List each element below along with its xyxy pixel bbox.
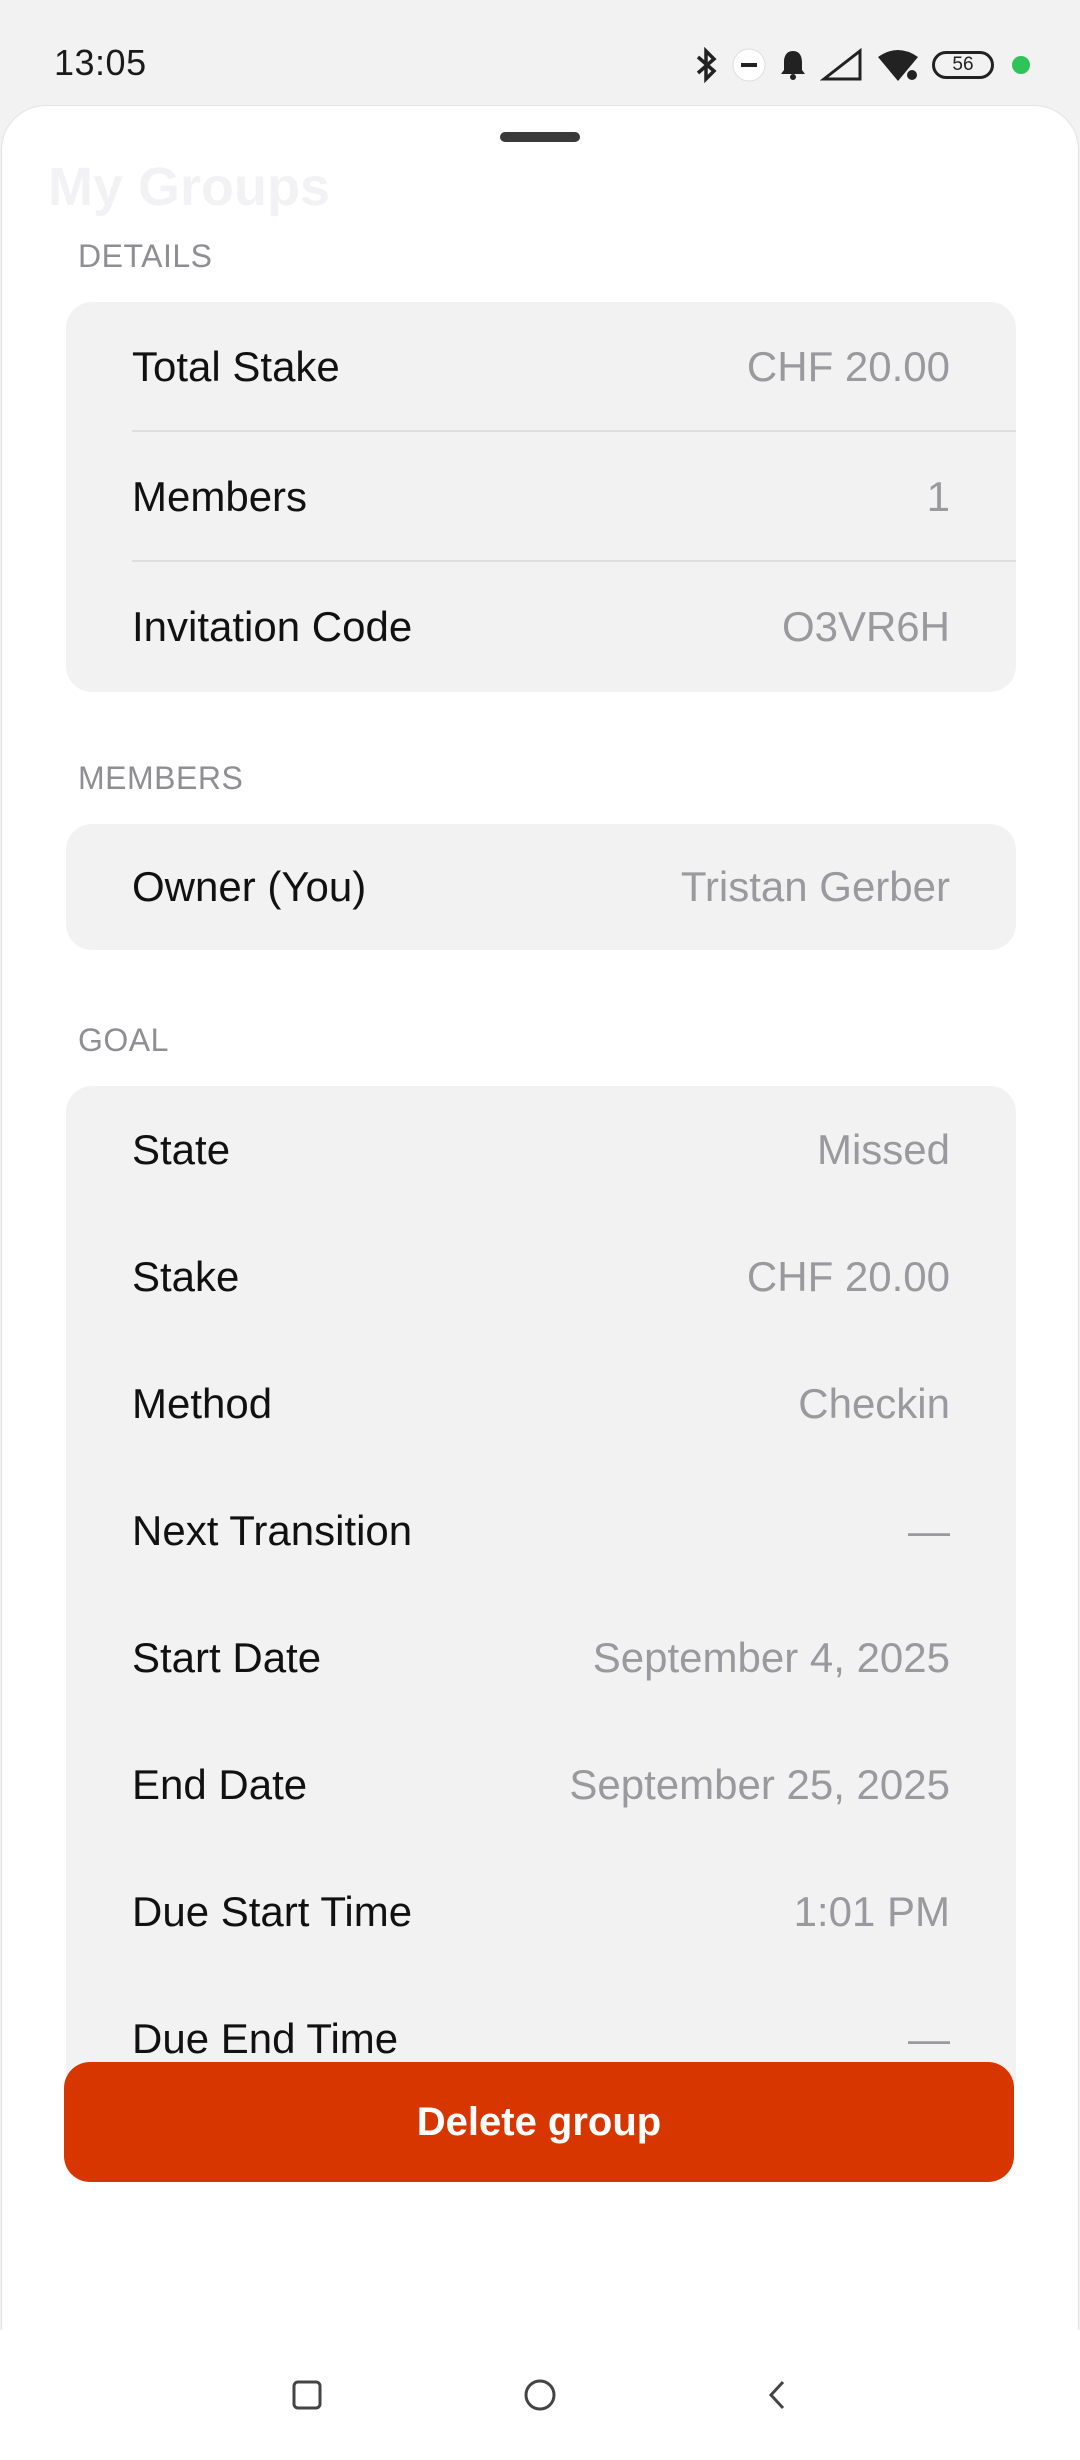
row-value: Tristan Gerber bbox=[680, 863, 950, 910]
status-icons: 56 bbox=[694, 40, 1030, 90]
wifi-icon bbox=[878, 50, 918, 81]
bluetooth-icon bbox=[696, 47, 717, 83]
goal-card: State Missed Stake CHF 20.00 Method Chec… bbox=[66, 1086, 1016, 2102]
signal-icon bbox=[820, 47, 862, 81]
row-value: 1:01 PM bbox=[793, 1887, 950, 1935]
background-page-title: My Groups bbox=[48, 157, 331, 217]
row-label: Method bbox=[132, 1379, 273, 1427]
section-label-goal: GOAL bbox=[78, 1022, 169, 1058]
status-bar: 13:05 56 bbox=[0, 0, 1080, 110]
row-label: Start Date bbox=[132, 1633, 322, 1681]
details-card: Total Stake CHF 20.00 Members 1 Invitati… bbox=[66, 302, 1016, 692]
row-value: Missed bbox=[816, 1125, 950, 1173]
row-label: Total Stake bbox=[132, 343, 340, 390]
member-row-owner[interactable]: Owner (You) Tristan Gerber bbox=[66, 824, 1016, 950]
row-label: Stake bbox=[132, 1252, 240, 1300]
home-circle-icon bbox=[524, 2379, 556, 2411]
row-label: Due End Time bbox=[132, 2014, 399, 2062]
dnd-icon bbox=[732, 48, 766, 82]
status-time: 13:05 bbox=[54, 42, 147, 83]
home-button[interactable] bbox=[515, 2370, 565, 2420]
row-value: September 25, 2025 bbox=[569, 1760, 950, 1808]
back-button[interactable] bbox=[752, 2370, 802, 2420]
row-label: State bbox=[132, 1125, 231, 1173]
goal-row-next-transition: Next Transition — bbox=[66, 1467, 1016, 1594]
detail-row-invitation-code[interactable]: Invitation Code O3VR6H bbox=[66, 562, 1016, 692]
system-nav-bar bbox=[0, 2330, 1080, 2460]
battery-icon: 56 bbox=[932, 51, 994, 79]
goal-row-end-date: End Date September 25, 2025 bbox=[66, 1721, 1016, 1848]
row-label: Next Transition bbox=[132, 1506, 413, 1554]
row-value: 1 bbox=[926, 473, 950, 520]
back-chevron-icon bbox=[768, 2380, 785, 2410]
recents-square-icon bbox=[292, 2380, 322, 2410]
row-value: CHF 20.00 bbox=[746, 1252, 950, 1300]
row-value: CHF 20.00 bbox=[746, 343, 950, 390]
row-label: Due Start Time bbox=[132, 1887, 413, 1935]
delete-group-button[interactable]: Delete group bbox=[64, 2062, 1014, 2182]
sheet-drag-handle[interactable] bbox=[500, 132, 580, 142]
goal-row-due-start-time: Due Start Time 1:01 PM bbox=[66, 1848, 1016, 1975]
row-value: — bbox=[908, 1506, 950, 1554]
row-label: End Date bbox=[132, 1760, 308, 1808]
goal-row-method: Method Checkin bbox=[66, 1340, 1016, 1467]
row-label: Members bbox=[132, 473, 308, 520]
row-value: Checkin bbox=[798, 1379, 950, 1427]
row-value: September 4, 2025 bbox=[592, 1633, 950, 1681]
row-label: Owner (You) bbox=[132, 863, 367, 910]
detail-row-members: Members 1 bbox=[66, 432, 1016, 562]
section-label-details: DETAILS bbox=[78, 238, 213, 274]
goal-row-stake: Stake CHF 20.00 bbox=[66, 1213, 1016, 1340]
battery-level: 56 bbox=[952, 54, 974, 75]
row-label: Invitation Code bbox=[132, 603, 413, 650]
green-dot-icon bbox=[1012, 56, 1030, 74]
detail-row-total-stake: Total Stake CHF 20.00 bbox=[66, 302, 1016, 432]
row-value: — bbox=[908, 2014, 950, 2062]
members-card: Owner (You) Tristan Gerber bbox=[66, 824, 1016, 950]
row-value: O3VR6H bbox=[781, 603, 950, 650]
bell-icon bbox=[781, 51, 805, 80]
recents-button[interactable] bbox=[282, 2370, 332, 2420]
goal-row-state: State Missed bbox=[66, 1086, 1016, 1213]
section-label-members: MEMBERS bbox=[78, 760, 244, 796]
goal-row-start-date: Start Date September 4, 2025 bbox=[66, 1594, 1016, 1721]
